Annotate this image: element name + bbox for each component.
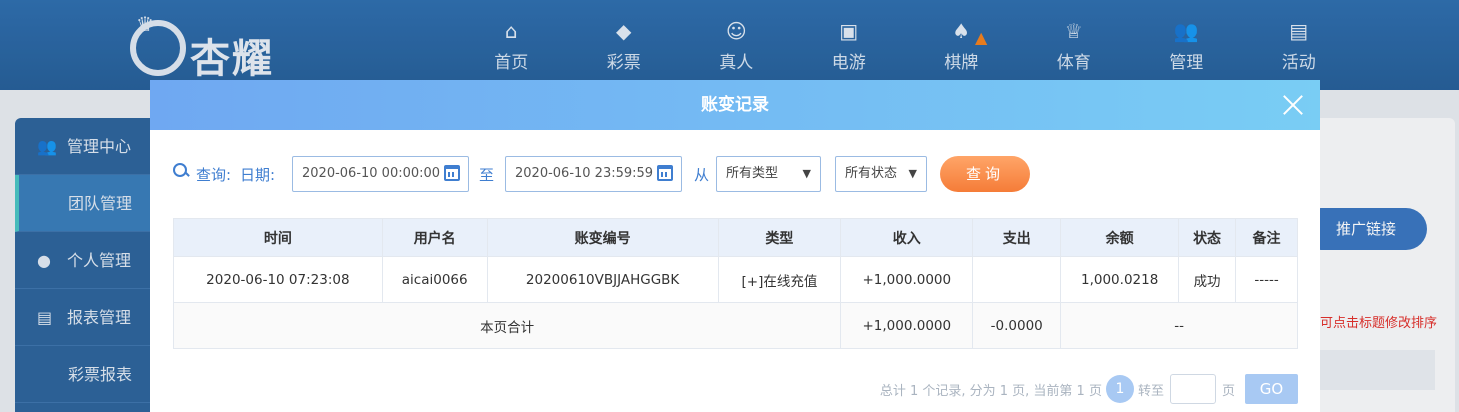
query-bar: 查询: 日期: 2020-06-10 00:00:00 至 2020-06-10…	[172, 156, 1302, 192]
cell-balance: 1,000.0218	[1060, 256, 1180, 303]
cell-change-id: 20200610VBJJAHGGBK	[486, 256, 719, 303]
cell-username: aicai0066	[381, 256, 488, 303]
calendar-icon[interactable]	[444, 165, 460, 181]
account-change-modal: 账变记录 查询: 日期: 2020-06-10 00:00:00 至 2020-…	[150, 80, 1320, 412]
column-header-status[interactable]: 状态	[1178, 218, 1237, 257]
goto-label: 转至	[1137, 383, 1164, 399]
page-unit-label: 页	[1221, 383, 1235, 399]
query-label: 查询:	[196, 166, 232, 184]
type-select-value: 所有类型	[726, 166, 779, 181]
cell-status: 成功	[1178, 256, 1237, 303]
column-header-income[interactable]: 收入	[840, 218, 974, 257]
cell-expense	[972, 256, 1062, 303]
date-label: 日期:	[240, 166, 276, 184]
table-header-row: 时间 用户名 账变编号 类型 收入 支出 余额 状态 备注	[173, 218, 1298, 257]
column-header-change-id[interactable]: 账变编号	[486, 218, 719, 257]
cell-income: +1,000.0000	[840, 256, 974, 303]
records-table: 时间 用户名 账变编号 类型 收入 支出 余额 状态 备注 2020-06-10…	[172, 218, 1298, 349]
cell-time: 2020-06-10 07:23:08	[173, 256, 383, 303]
cell-remark: -----	[1235, 256, 1298, 303]
close-icon[interactable]	[1280, 92, 1306, 118]
status-select-value: 所有状态	[845, 166, 898, 181]
summary-label: 本页合计	[172, 302, 842, 349]
summary-expense: -0.0000	[972, 302, 1062, 349]
column-header-remark[interactable]: 备注	[1235, 218, 1298, 257]
goto-page-input[interactable]	[1169, 374, 1216, 404]
summary-row: 本页合计 +1,000.0000 -0.0000 --	[172, 302, 1298, 349]
from-label: 从	[694, 166, 710, 184]
summary-balance: --	[1060, 302, 1298, 349]
modal-title: 账变记录	[701, 95, 769, 115]
status-select[interactable]: 所有状态 ▼	[835, 156, 927, 192]
table-row: 2020-06-10 07:23:08 aicai0066 20200610VB…	[173, 256, 1298, 303]
column-header-balance[interactable]: 余额	[1060, 218, 1180, 257]
pagination-summary: 总计 1 个记录, 分为 1 页, 当前第 1 页	[879, 383, 1102, 399]
column-header-time[interactable]: 时间	[173, 218, 383, 257]
cell-type: [+]在线充值	[717, 256, 842, 303]
dropdown-arrow-icon: ▼	[908, 167, 917, 180]
type-select[interactable]: 所有类型 ▼	[716, 156, 821, 192]
search-icon	[172, 162, 190, 180]
column-header-type[interactable]: 类型	[717, 218, 842, 257]
pagination: 总计 1 个记录, 分为 1 页, 当前第 1 页 1 转至 页 GO	[880, 374, 1298, 404]
summary-income: +1,000.0000	[840, 302, 974, 349]
column-header-expense[interactable]: 支出	[972, 218, 1062, 257]
end-date-input[interactable]: 2020-06-10 23:59:59	[505, 156, 682, 192]
current-page-button[interactable]: 1	[1105, 375, 1134, 403]
dropdown-arrow-icon: ▼	[802, 167, 811, 180]
to-label: 至	[479, 166, 495, 184]
query-button[interactable]: 查询	[940, 156, 1030, 192]
calendar-icon[interactable]	[657, 165, 673, 181]
end-date-value: 2020-06-10 23:59:59	[515, 166, 654, 181]
start-date-input[interactable]: 2020-06-10 00:00:00	[292, 156, 469, 192]
column-header-username[interactable]: 用户名	[381, 218, 488, 257]
go-button[interactable]: GO	[1245, 374, 1298, 404]
modal-header: 账变记录	[150, 80, 1320, 130]
start-date-value: 2020-06-10 00:00:00	[302, 166, 441, 181]
